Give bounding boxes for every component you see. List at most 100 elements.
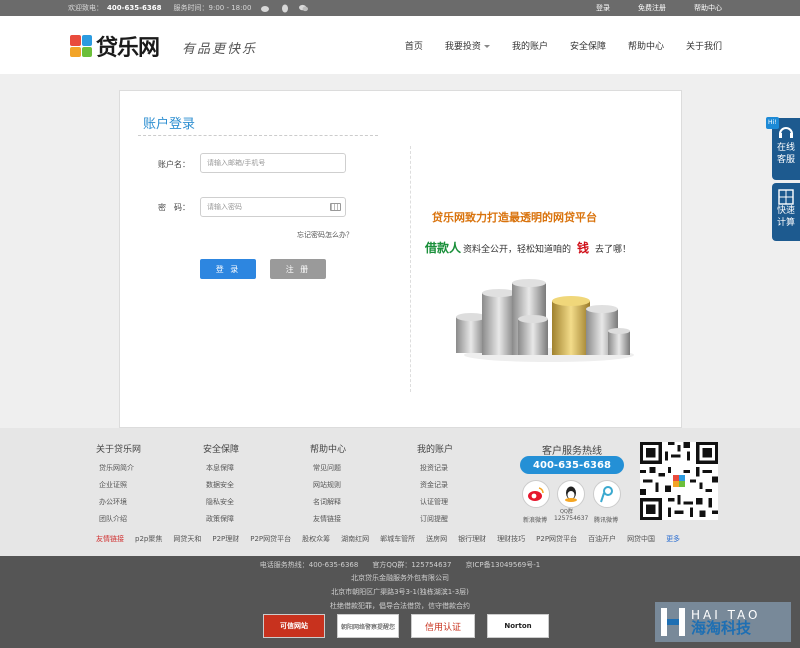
- watermark-logo-icon: [661, 608, 685, 636]
- friend-link[interactable]: P2P理财: [212, 534, 239, 544]
- top-login-link[interactable]: 登录: [596, 3, 610, 13]
- qq-group-icon[interactable]: [557, 480, 585, 508]
- friend-link[interactable]: 股权众筹: [302, 534, 330, 544]
- company-line: 北京贷乐金融服务外包有限公司: [351, 574, 449, 582]
- footer-link[interactable]: 投资记录: [417, 463, 453, 473]
- friend-link[interactable]: P2P网贷平台: [250, 534, 291, 544]
- slogan: 有品更快乐: [182, 42, 258, 57]
- footer-col-about: 关于贷乐网 贷乐网简介 企业证照 办公环境 团队介绍: [96, 442, 141, 531]
- nav-invest[interactable]: 我要投资: [445, 39, 490, 52]
- password-placeholder: 请输入密码: [207, 203, 242, 211]
- login-button[interactable]: 登 录: [200, 259, 256, 279]
- footer-link[interactable]: 数据安全: [203, 480, 239, 490]
- footer-link[interactable]: 订阅提醒: [417, 514, 453, 524]
- service-title: 客户服务热线: [542, 446, 602, 457]
- norton-badge[interactable]: Norton: [487, 614, 549, 638]
- friend-link[interactable]: 湖南红网: [341, 534, 369, 544]
- tencent-weibo-label: 腾讯微博: [594, 517, 619, 524]
- contact-line: 电话服务热线：400-635-6368 官方QQ群：125754637 京ICP…: [259, 561, 541, 569]
- weibo-icon[interactable]: [261, 4, 270, 13]
- wechat-icon[interactable]: [299, 4, 309, 13]
- quick-calc-tab[interactable]: 快速计算: [772, 183, 800, 241]
- friend-link[interactable]: 百油开户: [588, 534, 616, 544]
- footer-link[interactable]: 隐私安全: [203, 497, 239, 507]
- logo[interactable]: 贷乐网: [70, 30, 160, 62]
- register-button[interactable]: 注 册: [270, 259, 326, 279]
- footer-col-title: 安全保障: [203, 445, 240, 455]
- friend-link[interactable]: 送房网: [426, 534, 447, 544]
- top-links: 登录 免费注册 帮助中心: [596, 0, 722, 16]
- nav-home[interactable]: 首页: [405, 39, 423, 52]
- friend-link[interactable]: 网贷中国: [627, 534, 655, 544]
- footer: 关于贷乐网 贷乐网简介 企业证照 办公环境 团队介绍 安全保障 本息保障 数据安…: [0, 428, 800, 556]
- footer-link[interactable]: 团队介绍: [96, 514, 141, 524]
- top-register-link[interactable]: 免费注册: [638, 3, 666, 13]
- footer-link[interactable]: 政策保障: [203, 514, 239, 524]
- footer-col-title: 我的账户: [417, 445, 454, 455]
- login-title: 账户登录: [143, 117, 196, 132]
- footer-link[interactable]: 本息保障: [203, 463, 239, 473]
- footer-link[interactable]: 友情链接: [310, 514, 346, 524]
- username-input[interactable]: 请输入邮箱/手机号: [200, 153, 346, 173]
- password-label: 密 码：: [158, 203, 190, 212]
- online-service-label: 在线客服: [776, 143, 795, 165]
- footer-link[interactable]: 网站规则: [310, 480, 346, 490]
- footer-link[interactable]: 资金记录: [417, 480, 453, 490]
- headset-icon: [779, 127, 793, 138]
- hi-badge: Hi!: [766, 117, 779, 129]
- password-input[interactable]: 请输入密码: [200, 197, 346, 217]
- nav-about[interactable]: 关于我们: [686, 39, 722, 52]
- tencent-weibo-icon[interactable]: [593, 480, 621, 508]
- credit-badge[interactable]: 信用认证: [411, 614, 475, 638]
- footer-link[interactable]: 企业证照: [96, 480, 141, 490]
- coins-image: [456, 279, 634, 362]
- address-line: 北京市朝阳区广渠路3号3-1(独栋湖滨1-3层): [331, 588, 469, 596]
- calculator-icon: [778, 189, 794, 205]
- nav-help[interactable]: 帮助中心: [628, 39, 664, 52]
- nav-invest-label: 我要投资: [444, 41, 481, 52]
- qq-group-number: 125754637: [554, 515, 589, 522]
- more-links[interactable]: 更多: [666, 534, 680, 544]
- logo-icon: [70, 35, 92, 57]
- qq-icon[interactable]: [280, 4, 289, 13]
- watermark-cn: 海淘科技: [691, 618, 752, 637]
- footer-col-help: 帮助中心 常见问题 网站规则 名词解释 友情链接: [310, 442, 346, 531]
- friend-link[interactable]: P2P网贷平台: [536, 534, 577, 544]
- promo-borrower: 借款人: [425, 241, 462, 255]
- main-area: 账户登录 账户名： 请输入邮箱/手机号 密 码： 请输入密码 忘记密码怎么办？ …: [0, 74, 800, 428]
- friend-link[interactable]: 网贷天和: [173, 534, 201, 544]
- promo-line: 借款人 资料全公开，轻松知道咱的 钱 去了哪！: [425, 239, 631, 256]
- main-nav: 首页 我要投资 我的账户 安全保障 帮助中心 关于我们: [405, 16, 722, 74]
- service-hours: 服务时间：9:00 - 18:00: [173, 4, 252, 12]
- sina-weibo-icon[interactable]: [522, 480, 550, 508]
- footer-link[interactable]: 贷乐网简介: [96, 463, 141, 473]
- friend-link[interactable]: 理财技巧: [497, 534, 525, 544]
- police-badge[interactable]: 朝阳网络警察提醒您: [337, 614, 399, 638]
- hotline-badge: 400-635-6368: [520, 456, 624, 474]
- footer-link[interactable]: 办公环境: [96, 497, 141, 507]
- footer-link[interactable]: 认证管理: [417, 497, 453, 507]
- friend-link[interactable]: 郸城车管所: [380, 534, 415, 544]
- footer-link[interactable]: 常见问题: [310, 463, 346, 473]
- top-help-link[interactable]: 帮助中心: [694, 3, 722, 13]
- header: 贷乐网 有品更快乐 首页 我要投资 我的账户 安全保障 帮助中心 关于我们: [0, 16, 800, 74]
- footer-link[interactable]: 名词解释: [310, 497, 346, 507]
- title-divider: [138, 135, 378, 136]
- welcome-text: 欢迎致电：: [68, 4, 103, 12]
- nav-account[interactable]: 我的账户: [512, 39, 548, 52]
- quick-calc-label: 快速计算: [776, 206, 795, 228]
- chevron-down-icon: [483, 44, 490, 48]
- forgot-password-link[interactable]: 忘记密码怎么办？: [297, 230, 353, 240]
- friend-link[interactable]: p2p聚焦: [135, 534, 162, 544]
- logo-text: 贷乐网: [96, 36, 160, 61]
- keyboard-icon[interactable]: [330, 203, 341, 211]
- footer-col-account: 我的账户 投资记录 资金记录 认证管理 订阅提醒: [417, 442, 453, 531]
- nav-security[interactable]: 安全保障: [570, 39, 606, 52]
- login-card: 账户登录 账户名： 请输入邮箱/手机号 密 码： 请输入密码 忘记密码怎么办？ …: [119, 90, 682, 428]
- top-phone: 400-635-6368: [107, 4, 162, 12]
- friend-link[interactable]: 银行理财: [458, 534, 486, 544]
- username-label: 账户名：: [158, 160, 190, 169]
- online-service-tab[interactable]: Hi! 在线客服: [766, 117, 800, 180]
- trusted-site-badge[interactable]: 可信网站: [263, 614, 325, 638]
- promo-end: 去了哪！: [595, 245, 632, 255]
